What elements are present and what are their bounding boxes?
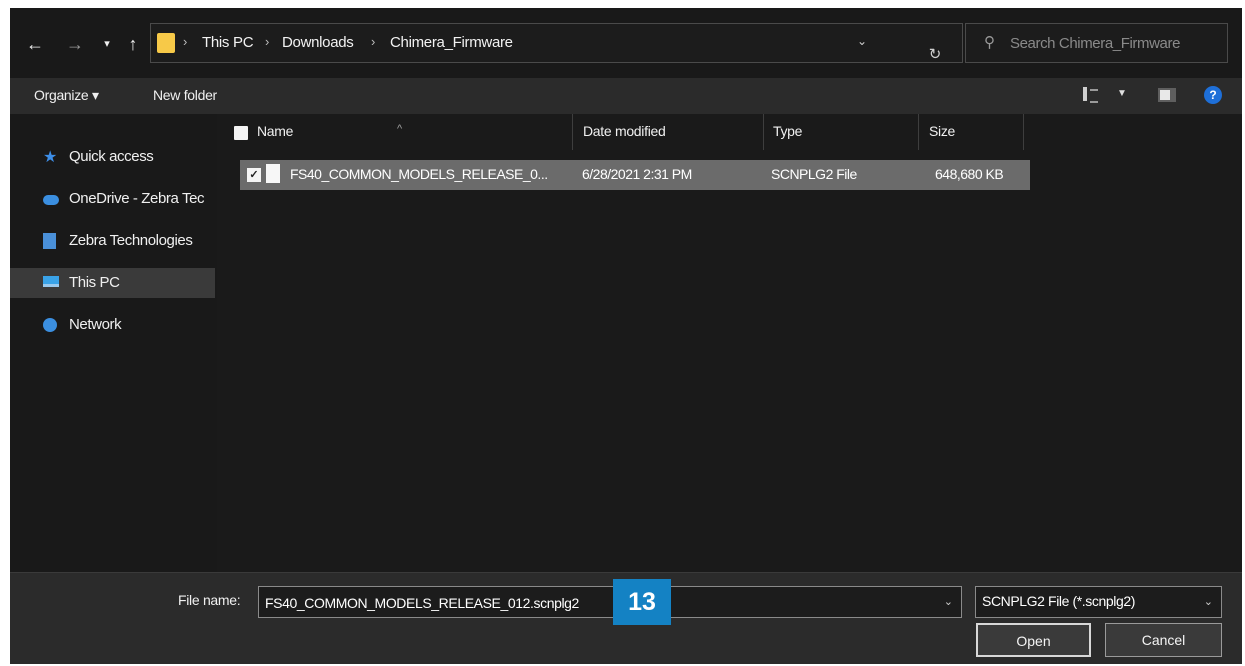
sidebar-item-label: Network [69, 316, 122, 333]
date-modified-cell: 6/28/2021 2:31 PM [582, 166, 692, 182]
open-file-dialog: ← → ▾ ↑ › This PC › Downloads › Chimera_… [10, 8, 1242, 664]
sidebar-item-network[interactable]: Network [10, 310, 215, 340]
file-type-chevron-icon[interactable]: ⌄ [1204, 595, 1213, 608]
column-header-date-modified[interactable]: Date modified [573, 114, 764, 150]
sort-ascending-icon: ^ [397, 123, 402, 135]
breadcrumb-downloads[interactable]: Downloads [282, 34, 354, 51]
address-row: ← → ▾ ↑ › This PC › Downloads › Chimera_… [10, 8, 1242, 78]
file-name-combobox[interactable]: ⌄ [258, 586, 962, 618]
cloud-icon [43, 195, 59, 205]
breadcrumb-separator-icon[interactable]: › [183, 34, 187, 49]
search-icon: ⚲ [984, 34, 995, 51]
change-view-icon[interactable] [1083, 87, 1099, 103]
breadcrumb-chimera-firmware[interactable]: Chimera_Firmware [390, 34, 513, 51]
open-button[interactable]: Open [976, 623, 1091, 657]
search-input[interactable] [1010, 32, 1220, 54]
computer-icon [43, 276, 59, 287]
step-number-badge: 13 [613, 579, 671, 625]
file-name-cell: FS40_COMMON_MODELS_RELEASE_0... [290, 166, 548, 182]
file-type-select[interactable]: SCNPLG2 File (*.scnplg2) ⌄ [975, 586, 1222, 618]
sidebar-item-quick-access[interactable]: ★ Quick access [10, 142, 215, 172]
navigation-pane: ★ Quick access OneDrive - Zebra Tec Zebr… [10, 114, 215, 572]
column-header-label: Size [929, 123, 956, 139]
folder-icon [157, 33, 175, 53]
column-header-name[interactable]: Name ^ [217, 114, 573, 150]
column-header-label: Date modified [583, 123, 666, 139]
building-icon [43, 233, 56, 249]
sidebar-item-onedrive[interactable]: OneDrive - Zebra Tec [10, 184, 215, 214]
view-options-chevron-icon[interactable]: ▼ [1117, 88, 1127, 99]
sidebar-item-label: This PC [69, 274, 120, 291]
file-type-value: SCNPLG2 File (*.scnplg2) [982, 593, 1136, 609]
type-cell: SCNPLG2 File [771, 166, 857, 182]
column-header-size[interactable]: Size [919, 114, 1024, 150]
organize-button[interactable]: Organize ▾ [34, 87, 99, 104]
forward-arrow-icon[interactable]: → [64, 33, 86, 55]
address-bar[interactable]: › This PC › Downloads › Chimera_Firmware… [150, 23, 963, 63]
up-arrow-icon[interactable]: ↑ [122, 33, 144, 55]
file-icon [266, 164, 280, 183]
breadcrumb-separator-icon[interactable]: › [265, 34, 269, 49]
star-icon: ★ [43, 149, 58, 166]
recent-locations-chevron-icon[interactable]: ▾ [96, 33, 118, 55]
sidebar-item-label: Quick access [69, 148, 154, 165]
search-box[interactable]: ⚲ [965, 23, 1228, 63]
file-name-dropdown-chevron-icon[interactable]: ⌄ [944, 595, 953, 608]
size-cell: 648,680 KB [935, 166, 1004, 182]
new-folder-button[interactable]: New folder [153, 87, 217, 103]
sidebar-item-label: Zebra Technologies [69, 232, 193, 249]
help-icon[interactable]: ? [1204, 86, 1222, 104]
select-all-checkbox[interactable] [234, 126, 248, 140]
sidebar-item-label: OneDrive - Zebra Tec [69, 190, 205, 207]
row-checkbox-checked[interactable]: ✓ [247, 168, 261, 182]
column-header-label: Type [773, 123, 803, 139]
file-name-label: File name: [178, 592, 241, 608]
back-arrow-icon[interactable]: ← [24, 33, 46, 55]
address-dropdown-chevron-icon[interactable]: ⌄ [857, 34, 867, 48]
column-header-type[interactable]: Type [764, 114, 919, 150]
table-row[interactable]: ✓ FS40_COMMON_MODELS_RELEASE_0... 6/28/2… [240, 160, 1030, 190]
column-header-label: Name [257, 123, 294, 139]
breadcrumb-separator-icon[interactable]: › [371, 34, 375, 49]
bottom-panel: File name: ⌄ 13 SCNPLG2 File (*.scnplg2)… [10, 572, 1242, 664]
sidebar-item-this-pc[interactable]: This PC [10, 268, 215, 298]
preview-pane-icon[interactable] [1158, 88, 1176, 102]
breadcrumb-this-pc[interactable]: This PC [202, 34, 254, 51]
file-list: Name ^ Date modified Type Size ✓ FS40_CO… [217, 114, 1242, 572]
refresh-icon[interactable]: ↻ [915, 38, 955, 72]
cancel-button[interactable]: Cancel [1105, 623, 1222, 657]
file-name-input[interactable] [265, 592, 925, 614]
network-icon [43, 318, 57, 332]
toolbar: Organize ▾ New folder ▼ ? [10, 78, 1242, 114]
sidebar-item-zebra-technologies[interactable]: Zebra Technologies [10, 226, 215, 256]
